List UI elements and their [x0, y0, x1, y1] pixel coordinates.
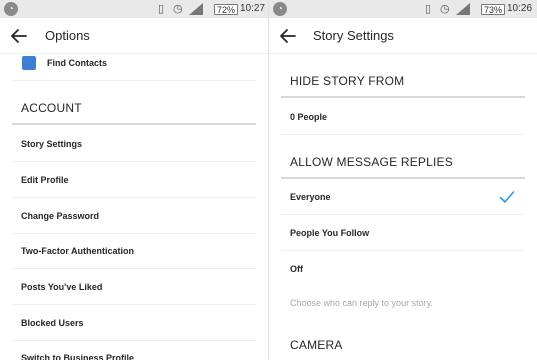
- allow-replies-section-header: ALLOW MESSAGE REPLIES: [290, 155, 453, 169]
- page-title: Options: [45, 28, 90, 43]
- menu-item-story-settings[interactable]: Story Settings: [12, 126, 256, 162]
- story-settings-screen: ◔ ▯ ◷ 73% 10:26 Story Settings HIDE STOR…: [269, 0, 537, 360]
- find-contacts-link[interactable]: Find Contacts: [47, 58, 107, 68]
- camera-section-header: CAMERA: [290, 338, 343, 352]
- contacts-icon: [22, 56, 36, 70]
- menu-item-blocked-users[interactable]: Blocked Users: [12, 305, 256, 341]
- menu-item-switch-business-profile[interactable]: Switch to Business Profile: [12, 340, 256, 360]
- hide-story-section-header: HIDE STORY FROM: [290, 74, 405, 88]
- signal-icon: [189, 3, 203, 15]
- status-time: 10:26: [507, 3, 533, 14]
- vibrate-icon: ▯: [425, 3, 432, 15]
- toolbar: Story Settings: [269, 18, 537, 54]
- menu-item-two-factor-authentication[interactable]: Two-Factor Authentication: [12, 233, 256, 269]
- reply-option-everyone[interactable]: Everyone: [281, 179, 525, 215]
- account-section-header: ACCOUNT: [21, 101, 82, 115]
- status-bar: ◔ ▯ ◷ 73% 10:26: [269, 0, 537, 18]
- options-screen: ◔ ▯ ◷ 72% 10:27 Options Find Contacts AC…: [0, 0, 268, 360]
- battery-indicator: 72%: [214, 4, 239, 15]
- divider: [12, 80, 256, 81]
- section-rule: [12, 123, 256, 125]
- reply-option-label: Everyone: [290, 192, 331, 202]
- toolbar: Options: [0, 18, 268, 54]
- alarm-icon: ◷: [440, 3, 450, 15]
- section-rule: [281, 96, 525, 98]
- page-title: Story Settings: [313, 28, 394, 43]
- back-arrow-icon[interactable]: [277, 25, 299, 47]
- menu-item-change-password[interactable]: Change Password: [12, 198, 256, 234]
- reply-option-label: Off: [290, 264, 303, 274]
- notification-icon: ◔: [273, 2, 287, 16]
- replies-hint-text: Choose who can reply to your story.: [290, 298, 433, 308]
- reply-option-label: People You Follow: [290, 228, 370, 238]
- back-arrow-icon[interactable]: [8, 25, 30, 47]
- battery-indicator: 73%: [481, 4, 506, 15]
- reply-option-off[interactable]: Off: [281, 251, 525, 287]
- alarm-icon: ◷: [173, 3, 183, 15]
- vibrate-icon: ▯: [158, 3, 165, 15]
- status-bar: ◔ ▯ ◷ 72% 10:27: [0, 0, 268, 18]
- menu-item-posts-liked[interactable]: Posts You've Liked: [12, 269, 256, 305]
- menu-item-edit-profile[interactable]: Edit Profile: [12, 162, 256, 198]
- reply-option-people-you-follow[interactable]: People You Follow: [281, 215, 525, 251]
- hide-story-from-value[interactable]: 0 People: [281, 99, 525, 135]
- notification-icon: ◔: [4, 2, 18, 16]
- status-time: 10:27: [240, 3, 266, 14]
- signal-icon: [456, 3, 470, 15]
- checkmark-icon: [499, 191, 515, 203]
